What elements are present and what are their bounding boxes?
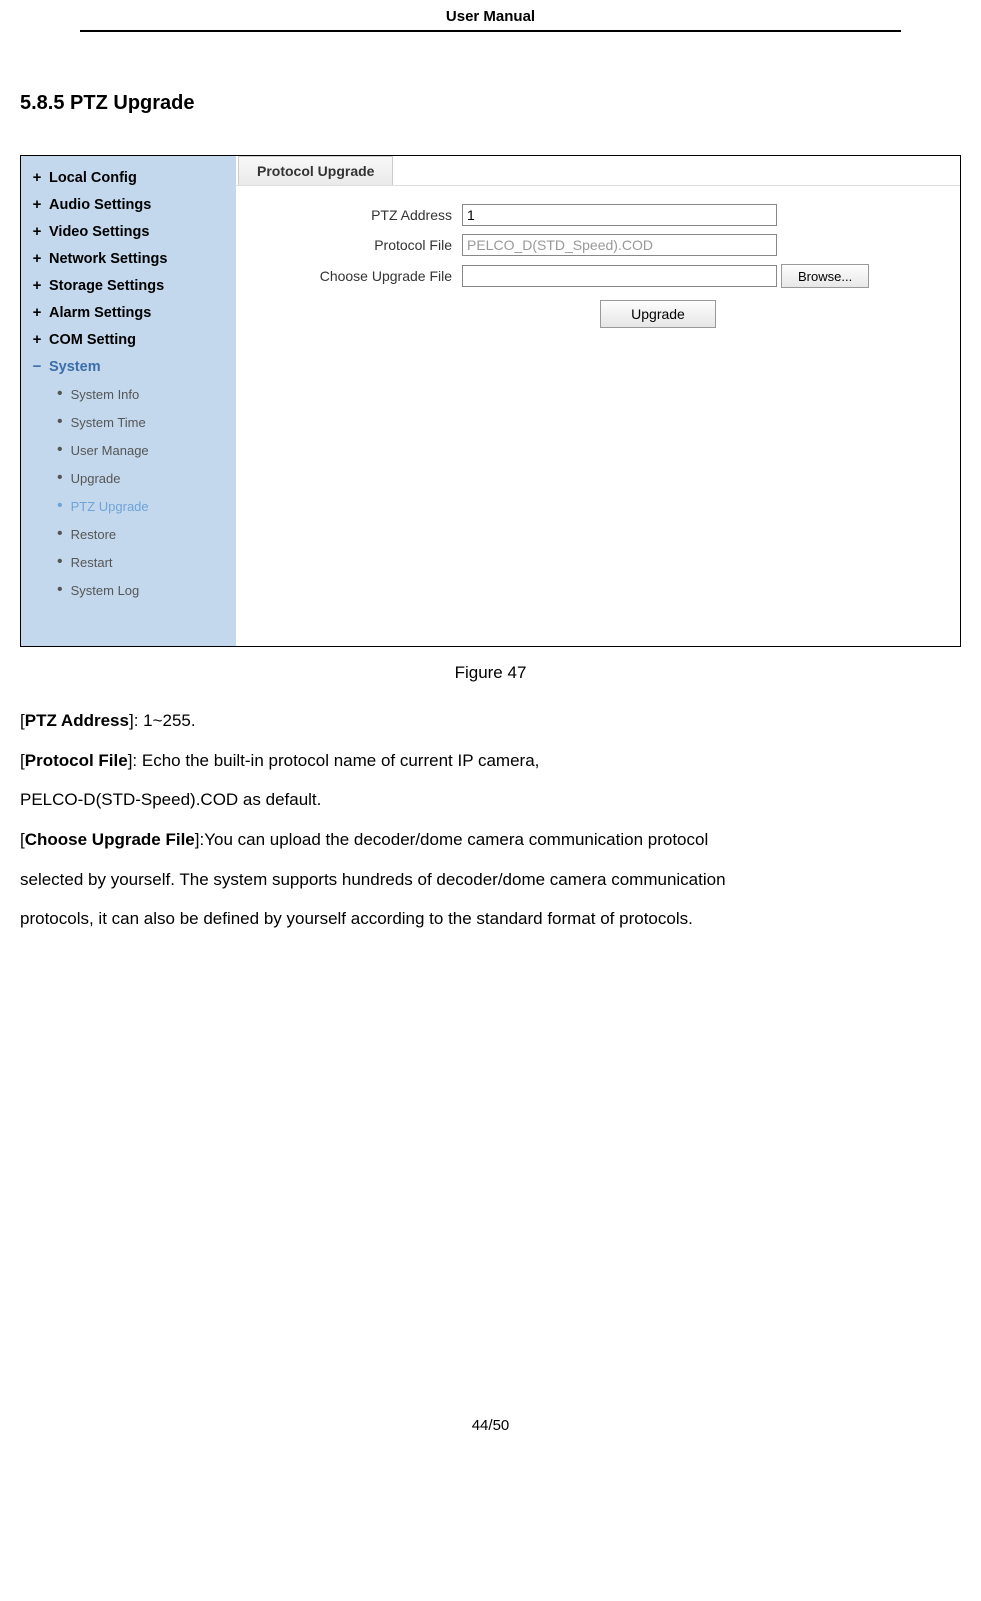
row-upgrade-action: Upgrade — [252, 300, 944, 328]
sidebar-sub-label: PTZ Upgrade — [71, 499, 149, 514]
page-number: 44/50 — [20, 1417, 961, 1434]
screenshot-ui: + Local Config + Audio Settings + Video … — [21, 156, 960, 646]
sidebar-item-video-settings[interactable]: + Video Settings — [25, 218, 236, 245]
label-protocol-file: Protocol File — [252, 237, 462, 253]
bullet-icon: • — [57, 582, 63, 598]
desc-text: ]:You can upload the decoder/dome camera… — [195, 830, 708, 849]
plus-icon: + — [31, 223, 43, 240]
sidebar-item-label: Network Settings — [49, 251, 167, 267]
label-ptz-address: PTZ Address — [252, 207, 462, 223]
input-ptz-address[interactable] — [462, 204, 777, 226]
sidebar-sub-user-manage[interactable]: • User Manage — [53, 436, 236, 464]
minus-icon: − — [31, 358, 43, 375]
plus-icon: + — [31, 196, 43, 213]
row-ptz-address: PTZ Address — [252, 204, 944, 226]
sidebar-item-label: System — [49, 359, 101, 375]
desc-ptz-address: [PTZ Address]: 1~255. — [20, 703, 961, 739]
sidebar-sub-restore[interactable]: • Restore — [53, 520, 236, 548]
tab-protocol-upgrade[interactable]: Protocol Upgrade — [238, 156, 393, 185]
section-title: 5.8.5 PTZ Upgrade — [20, 92, 961, 115]
plus-icon: + — [31, 304, 43, 321]
bullet-icon: • — [57, 526, 63, 542]
desc-choose-2: selected by yourself. The system support… — [20, 862, 961, 898]
doc-header-area: User Manual — [0, 0, 981, 32]
sidebar-sub-system-info[interactable]: • System Info — [53, 380, 236, 408]
sidebar-item-label: Audio Settings — [49, 197, 151, 213]
sidebar-sub-label: User Manage — [71, 443, 149, 458]
label-upgrade-file: Choose Upgrade File — [252, 268, 462, 284]
form-area: PTZ Address Protocol File Choose Upgrade… — [236, 186, 960, 346]
sidebar-sub-label: System Time — [71, 415, 146, 430]
plus-icon: + — [31, 169, 43, 186]
desc-protocol-file-1: [Protocol File]: Echo the built-in proto… — [20, 743, 961, 779]
sidebar-item-label: Storage Settings — [49, 278, 164, 294]
bullet-icon: • — [57, 498, 63, 514]
sidebar-item-network-settings[interactable]: + Network Settings — [25, 245, 236, 272]
desc-text: ]: 1~255. — [129, 711, 196, 730]
sidebar-item-alarm-settings[interactable]: + Alarm Settings — [25, 299, 236, 326]
figure-caption: Figure 47 — [20, 663, 961, 683]
input-protocol-file[interactable] — [462, 234, 777, 256]
main-panel: Protocol Upgrade PTZ Address Protocol Fi… — [236, 156, 960, 646]
sidebar-item-com-setting[interactable]: + COM Setting — [25, 326, 236, 353]
desc-protocol-file-2: PELCO-D(STD-Speed).COD as default. — [20, 782, 961, 818]
desc-key: Protocol File — [25, 751, 128, 770]
sidebar-sub-label: Restore — [71, 527, 117, 542]
sidebar-sub-system-time[interactable]: • System Time — [53, 408, 236, 436]
bullet-icon: • — [57, 442, 63, 458]
desc-choose-1: [Choose Upgrade File]:You can upload the… — [20, 822, 961, 858]
sidebar-item-label: COM Setting — [49, 332, 136, 348]
sidebar-item-label: Alarm Settings — [49, 305, 151, 321]
tab-bar: Protocol Upgrade — [236, 156, 960, 186]
sidebar-sub-label: Upgrade — [71, 471, 121, 486]
browse-button[interactable]: Browse... — [781, 264, 869, 288]
desc-key: Choose Upgrade File — [25, 830, 195, 849]
sidebar-sub-upgrade[interactable]: • Upgrade — [53, 464, 236, 492]
sidebar-sub-restart[interactable]: • Restart — [53, 548, 236, 576]
sidebar-sub-label: Restart — [71, 555, 113, 570]
sidebar-sublist: • System Info • System Time • User Manag… — [25, 380, 236, 604]
figure-container: + Local Config + Audio Settings + Video … — [20, 155, 961, 647]
upgrade-button[interactable]: Upgrade — [600, 300, 716, 328]
bullet-icon: • — [57, 554, 63, 570]
bullet-icon: • — [57, 414, 63, 430]
sidebar-item-audio-settings[interactable]: + Audio Settings — [25, 191, 236, 218]
sidebar-item-label: Video Settings — [49, 224, 149, 240]
doc-header-title: User Manual — [446, 8, 535, 25]
desc-key: PTZ Address — [25, 711, 129, 730]
desc-text: ]: Echo the built-in protocol name of cu… — [128, 751, 540, 770]
sidebar-item-storage-settings[interactable]: + Storage Settings — [25, 272, 236, 299]
plus-icon: + — [31, 250, 43, 267]
plus-icon: + — [31, 331, 43, 348]
sidebar-sub-label: System Log — [71, 583, 140, 598]
sidebar-sub-system-log[interactable]: • System Log — [53, 576, 236, 604]
sidebar-sub-ptz-upgrade[interactable]: • PTZ Upgrade — [53, 492, 236, 520]
sidebar-sub-label: System Info — [71, 387, 140, 402]
bullet-icon: • — [57, 386, 63, 402]
plus-icon: + — [31, 277, 43, 294]
sidebar-item-system[interactable]: − System — [25, 353, 236, 380]
row-upgrade-file: Choose Upgrade File Browse... — [252, 264, 944, 288]
row-protocol-file: Protocol File — [252, 234, 944, 256]
desc-choose-3: protocols, it can also be defined by you… — [20, 901, 961, 937]
header-underline — [80, 30, 901, 32]
input-upgrade-file[interactable] — [462, 265, 777, 287]
sidebar-item-label: Local Config — [49, 170, 137, 186]
sidebar-item-local-config[interactable]: + Local Config — [25, 164, 236, 191]
sidebar: + Local Config + Audio Settings + Video … — [21, 156, 236, 646]
bullet-icon: • — [57, 470, 63, 486]
